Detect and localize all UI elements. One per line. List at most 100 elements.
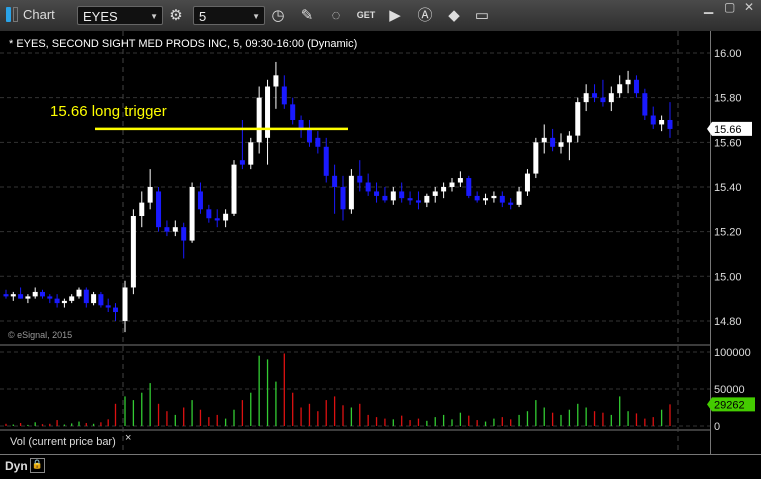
candle-down	[508, 202, 514, 205]
candle-down	[156, 191, 162, 228]
candle-up	[449, 182, 455, 187]
candle-down	[306, 128, 312, 143]
watermark: © eSignal, 2015	[8, 330, 73, 340]
price-tick: 15.80	[714, 93, 742, 105]
candle-up	[189, 186, 195, 241]
candle-up	[617, 84, 623, 94]
candle-up	[583, 93, 589, 103]
candle-down	[332, 175, 338, 187]
candle-down	[197, 191, 203, 210]
candle-down	[382, 195, 388, 201]
candle-down	[592, 93, 598, 98]
last-volume: 29262	[714, 399, 745, 411]
lock-icon[interactable]: 🔒	[30, 458, 45, 473]
volume-tick: 100000	[714, 347, 751, 359]
candle-up	[575, 102, 581, 136]
candle-up	[273, 75, 279, 87]
candle-up	[566, 135, 572, 143]
candle-up	[558, 142, 564, 147]
candle-up	[61, 300, 67, 304]
time-axis[interactable]: Dyn 🔒	[0, 454, 761, 479]
candle-up	[76, 289, 82, 297]
candle-up	[441, 186, 447, 192]
candle-down	[667, 119, 673, 129]
candle-up	[533, 142, 539, 174]
candle-down	[374, 191, 380, 196]
price-tick: 14.80	[714, 316, 742, 328]
candle-up	[424, 195, 430, 203]
annotation-text[interactable]: 15.66 long trigger	[50, 103, 167, 120]
candle-down	[315, 137, 321, 147]
candle-down	[407, 198, 413, 201]
price-tick: 15.60	[714, 137, 742, 149]
candle-up	[256, 97, 262, 143]
candle-down	[113, 307, 118, 313]
candle-up	[608, 93, 614, 103]
candle-down	[340, 186, 346, 210]
candle-down	[214, 218, 220, 221]
chart-description: * EYES, SECOND SIGHT MED PRODS INC, 5, 0…	[9, 38, 358, 50]
candle-down	[399, 191, 405, 199]
candle-down	[357, 175, 363, 183]
chart-svg: 16.00 15.80 15.60 15.40 15.20 15.00 14.80 10000…	[0, 31, 755, 473]
candle-down	[499, 195, 505, 203]
candle-up	[223, 213, 229, 221]
volume-study-close[interactable]: ×	[125, 432, 131, 444]
candle-down	[47, 296, 53, 299]
candle-down	[323, 146, 329, 176]
candle-up	[172, 227, 178, 232]
volume-tick: 0	[714, 421, 720, 433]
candle-up	[659, 119, 665, 125]
volume-study-label: Vol (current price bar)	[10, 436, 116, 448]
candle-up	[122, 287, 128, 321]
price-tick: 16.00	[714, 48, 742, 60]
candle-up	[25, 296, 31, 299]
candle-up	[147, 186, 153, 203]
candle-down	[290, 104, 296, 120]
candle-up	[32, 291, 38, 297]
candle-down	[181, 227, 187, 241]
candle-up	[516, 191, 522, 205]
candle-up	[231, 164, 237, 214]
candle-down	[466, 178, 472, 196]
candle-up	[491, 195, 497, 199]
candle-down	[650, 115, 656, 125]
candle-down	[105, 305, 111, 308]
candle-down	[3, 294, 9, 297]
candle-down	[206, 209, 212, 219]
dyn-mode[interactable]: Dyn	[5, 459, 28, 473]
candle-down	[633, 79, 639, 94]
candle-down	[54, 298, 60, 304]
candle-down	[18, 294, 24, 299]
last-price: 15.66	[714, 124, 742, 136]
price-tick: 15.00	[714, 271, 742, 283]
candle-down	[83, 289, 89, 304]
candle-down	[415, 200, 421, 203]
candle-up	[91, 294, 97, 304]
price-tick: 15.20	[714, 227, 742, 239]
candle-down	[40, 291, 45, 297]
candle-up	[139, 202, 145, 217]
candle-up	[130, 216, 136, 288]
candle-up	[524, 173, 530, 192]
candle-down	[550, 137, 556, 147]
candle-up	[348, 175, 354, 210]
candle-down	[600, 97, 606, 103]
candle-up	[390, 191, 396, 201]
candle-down	[239, 160, 245, 165]
candle-up	[10, 294, 16, 297]
candle-down	[474, 195, 480, 201]
candle-up	[625, 79, 631, 85]
candle-up	[248, 142, 254, 165]
candle-down	[365, 182, 371, 192]
candle-down	[281, 86, 287, 105]
volume-tick: 50000	[714, 384, 745, 396]
candle-down	[164, 227, 170, 232]
candle-up	[457, 178, 463, 183]
candle-down	[298, 119, 304, 129]
candle-down	[98, 294, 104, 306]
candle-up	[541, 137, 547, 143]
candle-down	[642, 93, 648, 116]
price-tick: 15.40	[714, 182, 742, 194]
candle-up	[69, 296, 75, 301]
